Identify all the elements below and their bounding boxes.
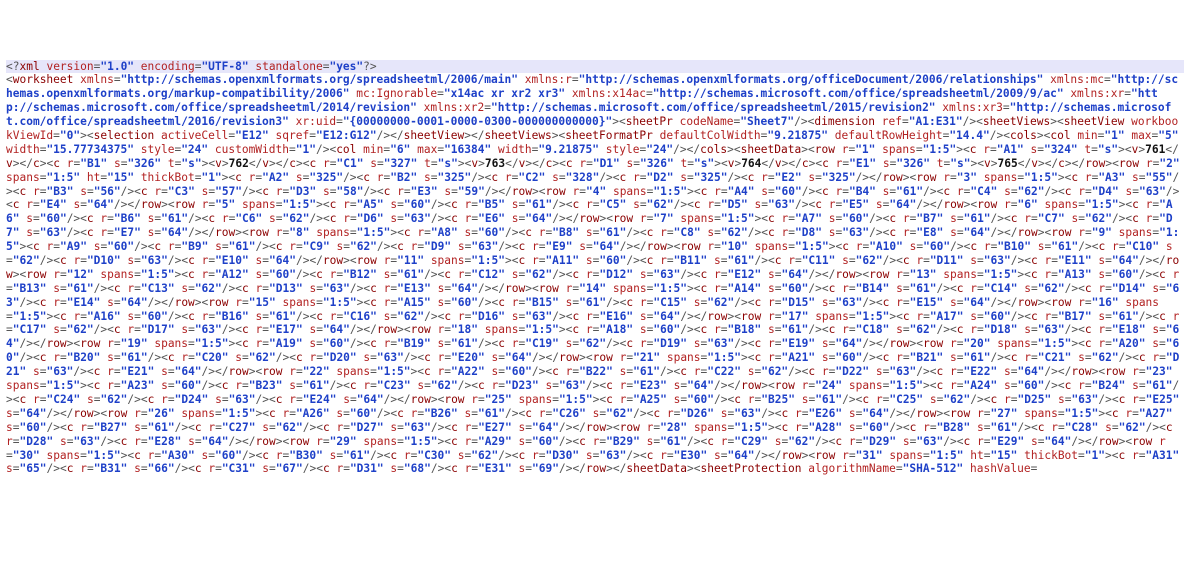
xml-source-view: <?xml version="1.0" encoding="UTF-8" sta… [6, 60, 1184, 477]
